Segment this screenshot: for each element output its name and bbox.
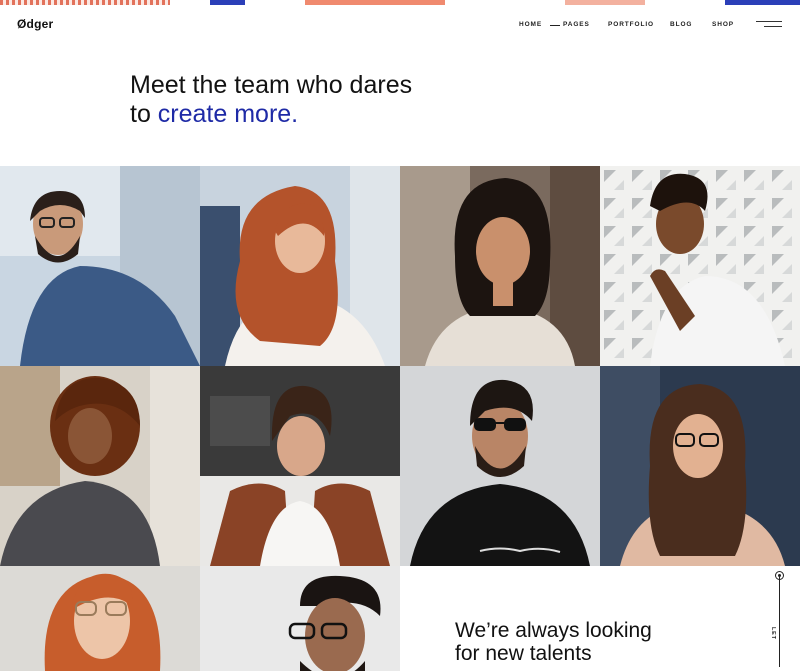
nav-item-blog[interactable]: BLOG [670,21,692,28]
scroll-label: LET [770,627,776,640]
team-member-photo-9[interactable] [0,566,200,671]
cta-line-1: We’re always looking [455,619,652,642]
team-member-photo-2[interactable] [200,166,400,366]
title-line-2-prefix: to [130,100,158,128]
team-member-photo-7[interactable] [400,366,600,566]
title-line-1: Meet the team who dares [130,71,413,99]
hamburger-icon[interactable] [756,20,784,30]
scroll-line [779,577,780,667]
team-member-photo-5[interactable] [0,366,200,566]
team-member-photo-6[interactable] [200,366,400,566]
careers-cta: LET We’re always looking for new talents [400,567,800,671]
page-title: Meet the team who dares to create more. [130,71,412,129]
decorative-top-strip [0,0,800,5]
cta-line-2: for new talents [455,642,592,665]
main-nav: HOME PAGES PORTFOLIO BLOG SHOP [0,21,800,31]
team-member-photo-3[interactable] [400,166,600,366]
nav-item-portfolio[interactable]: PORTFOLIO [608,21,654,28]
team-member-photo-8[interactable] [600,366,800,566]
active-indicator [550,25,560,26]
title-accent: create more. [157,100,299,128]
nav-item-home[interactable]: HOME [519,21,542,28]
team-member-photo-1[interactable] [0,166,200,366]
team-member-photo-10[interactable] [200,566,400,671]
nav-item-shop[interactable]: SHOP [712,21,734,28]
team-member-photo-4[interactable] [600,166,800,366]
cta-heading: We’re always looking for new talents [455,619,652,665]
nav-item-pages[interactable]: PAGES [563,21,590,28]
